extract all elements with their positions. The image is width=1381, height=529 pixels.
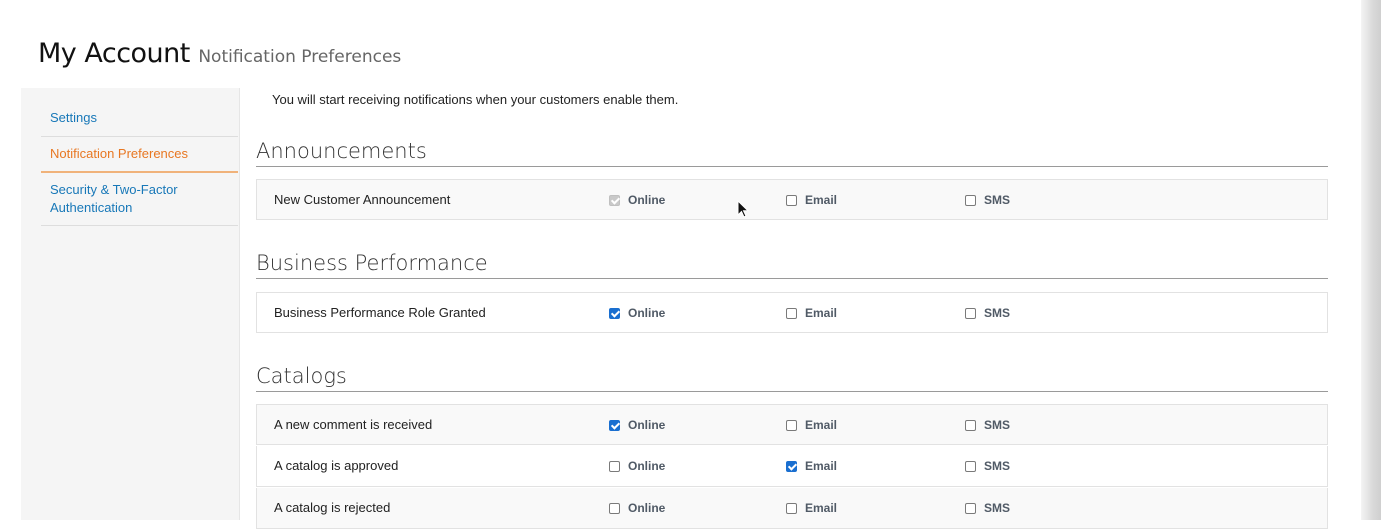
online-checkbox[interactable]: [609, 460, 620, 472]
sms-label: SMS: [984, 306, 1011, 320]
my-account-page: My Account Notification Preferences Sett…: [0, 0, 1361, 529]
email-label: Email: [805, 459, 838, 473]
online-checkbox[interactable]: [609, 194, 620, 206]
row-label: A new comment is received: [274, 417, 433, 432]
section-title-catalogs: Catalogs: [256, 364, 1328, 392]
row-label: A catalog is rejected: [274, 500, 391, 515]
sms-label: SMS: [984, 459, 1011, 473]
online-checkbox-option[interactable]: Online: [609, 193, 665, 207]
sms-checkbox[interactable]: [965, 194, 976, 206]
mouse-pointer-icon: [737, 200, 750, 218]
email-checkbox-option[interactable]: Email: [786, 459, 837, 473]
account-sidebar: Settings Notification Preferences Securi…: [21, 88, 240, 520]
sidebar-item-security[interactable]: Security & Two-Factor Authentication: [41, 173, 238, 226]
online-checkbox-option[interactable]: Online: [609, 306, 665, 320]
sms-checkbox-option[interactable]: SMS: [965, 418, 1010, 432]
sms-checkbox-option[interactable]: SMS: [965, 193, 1010, 207]
online-label: Online: [628, 418, 666, 432]
table-row: Business Performance Role Granted Online…: [256, 292, 1328, 333]
online-label: Online: [628, 306, 666, 320]
online-checkbox[interactable]: [609, 419, 620, 431]
sms-checkbox-option[interactable]: SMS: [965, 306, 1010, 320]
email-checkbox-option[interactable]: Email: [786, 418, 837, 432]
table-row: A catalog is rejected Online Email SMS: [256, 488, 1328, 529]
online-checkbox[interactable]: [609, 307, 620, 319]
section-title-announcements: Announcements: [256, 139, 1328, 167]
online-checkbox-option[interactable]: Online: [609, 418, 665, 432]
email-checkbox[interactable]: [786, 460, 797, 472]
table-row: New Customer Announcement Online Email S…: [256, 179, 1328, 220]
sms-label: SMS: [984, 418, 1011, 432]
sms-checkbox-option[interactable]: SMS: [965, 501, 1010, 515]
online-checkbox[interactable]: [609, 502, 620, 514]
row-label: A catalog is approved: [274, 458, 399, 473]
sidebar-nav: Settings Notification Preferences Securi…: [41, 100, 238, 226]
sms-label: SMS: [984, 501, 1011, 515]
email-checkbox-option[interactable]: Email: [786, 193, 837, 207]
email-label: Email: [805, 306, 838, 320]
email-checkbox[interactable]: [786, 194, 797, 206]
table-row: A new comment is received Online Email S…: [256, 404, 1328, 445]
row-label: Business Performance Role Granted: [274, 305, 486, 320]
online-checkbox-option[interactable]: Online: [609, 459, 665, 473]
page-title-subtitle: Notification Preferences: [198, 47, 402, 67]
online-label: Online: [628, 193, 666, 207]
sidebar-item-notification-preferences[interactable]: Notification Preferences: [41, 137, 238, 173]
email-label: Email: [805, 193, 838, 207]
sms-checkbox-option[interactable]: SMS: [965, 459, 1010, 473]
online-label: Online: [628, 501, 666, 515]
email-label: Email: [805, 418, 838, 432]
email-checkbox-option[interactable]: Email: [786, 501, 837, 515]
email-checkbox[interactable]: [786, 502, 797, 514]
sidebar-item-settings[interactable]: Settings: [41, 100, 238, 137]
page-title: My Account Notification Preferences: [38, 38, 401, 69]
email-checkbox[interactable]: [786, 419, 797, 431]
row-label: New Customer Announcement: [274, 192, 451, 207]
email-checkbox[interactable]: [786, 307, 797, 319]
email-label: Email: [805, 501, 838, 515]
sms-checkbox[interactable]: [965, 460, 976, 472]
window-edge-shadow: [1361, 0, 1381, 520]
sms-checkbox[interactable]: [965, 502, 976, 514]
online-label: Online: [628, 459, 666, 473]
online-checkbox-option[interactable]: Online: [609, 501, 665, 515]
sms-checkbox[interactable]: [965, 419, 976, 431]
sms-checkbox[interactable]: [965, 307, 976, 319]
table-row: A catalog is approved Online Email SMS: [256, 446, 1328, 487]
intro-text: You will start receiving notifications w…: [272, 92, 679, 107]
email-checkbox-option[interactable]: Email: [786, 306, 837, 320]
section-title-business-performance: Business Performance: [256, 251, 1328, 279]
sms-label: SMS: [984, 193, 1011, 207]
page-title-main: My Account: [38, 38, 190, 69]
